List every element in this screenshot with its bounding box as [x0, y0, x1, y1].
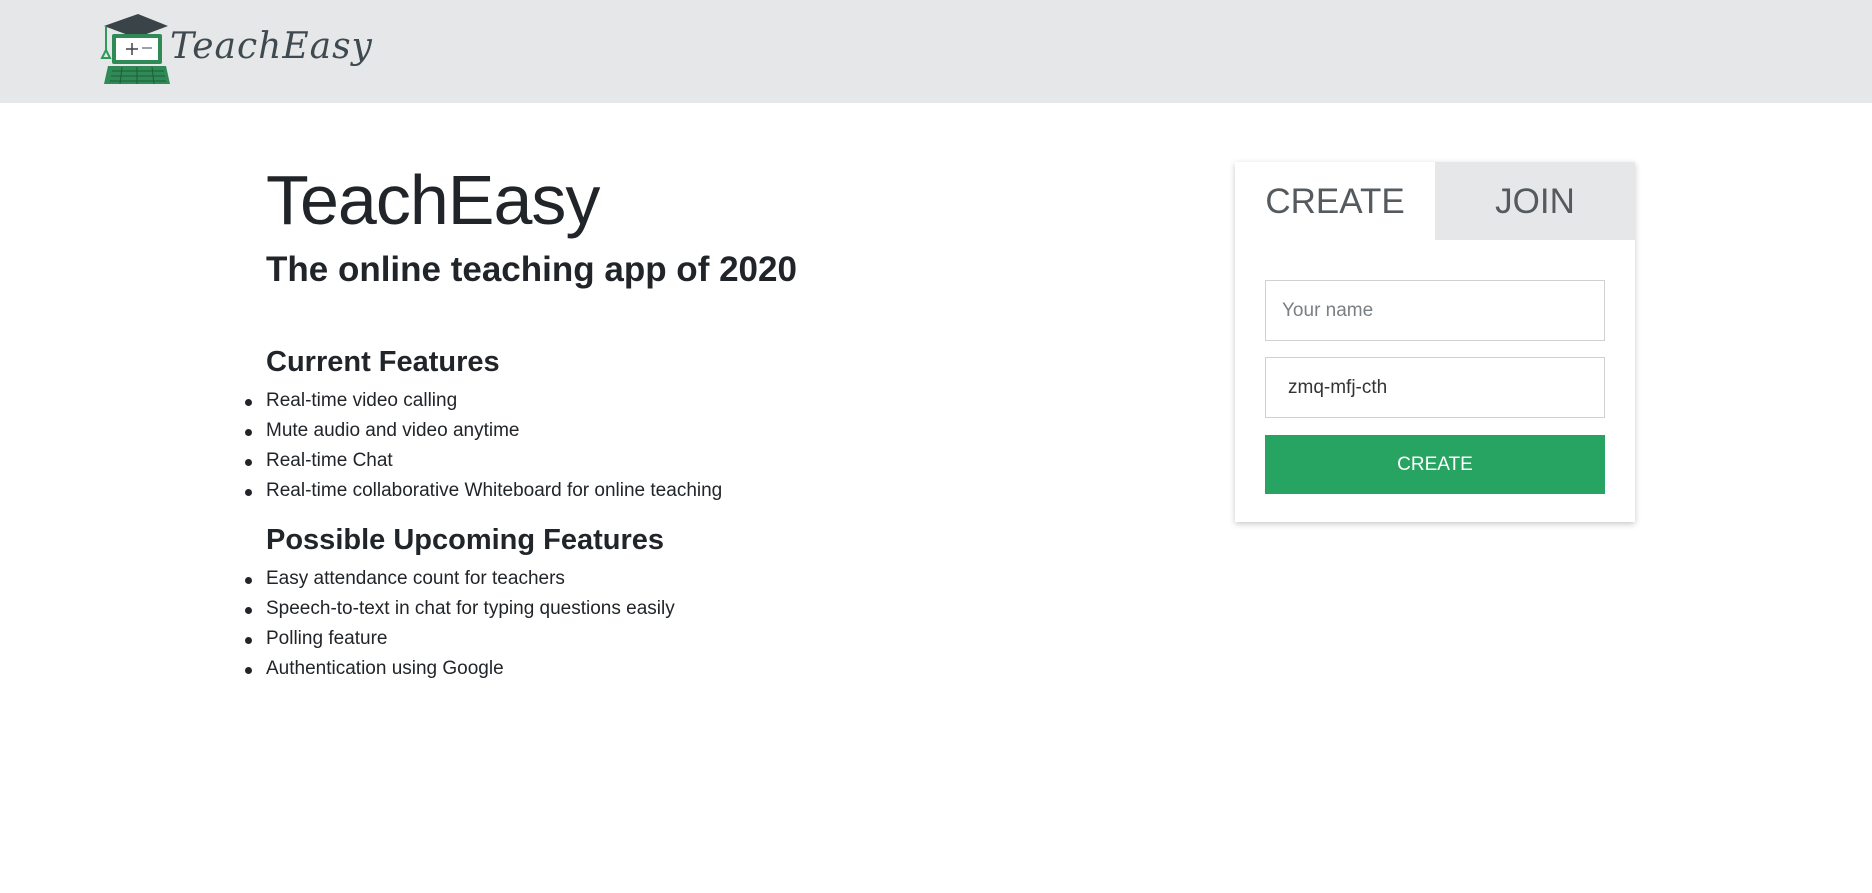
- graduation-laptop-icon: [100, 14, 170, 85]
- page-title: TeachEasy: [266, 161, 600, 239]
- logo-wordmark: TeachEasy: [170, 26, 373, 67]
- intro-section: TeachEasy The online teaching app of 202…: [245, 160, 1086, 684]
- room-code-input[interactable]: [1265, 357, 1605, 418]
- list-item: Real-time video calling: [245, 386, 1086, 416]
- create-button[interactable]: CREATE: [1265, 435, 1605, 494]
- meeting-panel: CREATE JOIN CREATE: [1235, 162, 1635, 522]
- brand-logo[interactable]: TeachEasy: [98, 12, 372, 86]
- panel-tabs: CREATE JOIN: [1235, 162, 1635, 240]
- current-features-list: Real-time video calling Mute audio and v…: [245, 386, 1086, 506]
- list-item: Authentication using Google: [245, 654, 1086, 684]
- page-subtitle: The online teaching app of 2020: [266, 250, 797, 289]
- name-input[interactable]: [1265, 280, 1605, 341]
- tab-create[interactable]: CREATE: [1235, 162, 1435, 240]
- list-item: Mute audio and video anytime: [245, 416, 1086, 446]
- list-item: Real-time Chat: [245, 446, 1086, 476]
- list-item: Polling feature: [245, 624, 1086, 654]
- current-features-heading: Current Features: [266, 346, 500, 378]
- tab-join[interactable]: JOIN: [1435, 162, 1635, 240]
- upcoming-features-list: Easy attendance count for teachers Speec…: [245, 564, 1086, 684]
- list-item: Easy attendance count for teachers: [245, 564, 1086, 594]
- upcoming-features-heading: Possible Upcoming Features: [266, 524, 665, 556]
- list-item: Speech-to-text in chat for typing questi…: [245, 594, 1086, 624]
- list-item: Real-time collaborative Whiteboard for o…: [245, 476, 1086, 506]
- top-navbar: TeachEasy: [0, 0, 1872, 103]
